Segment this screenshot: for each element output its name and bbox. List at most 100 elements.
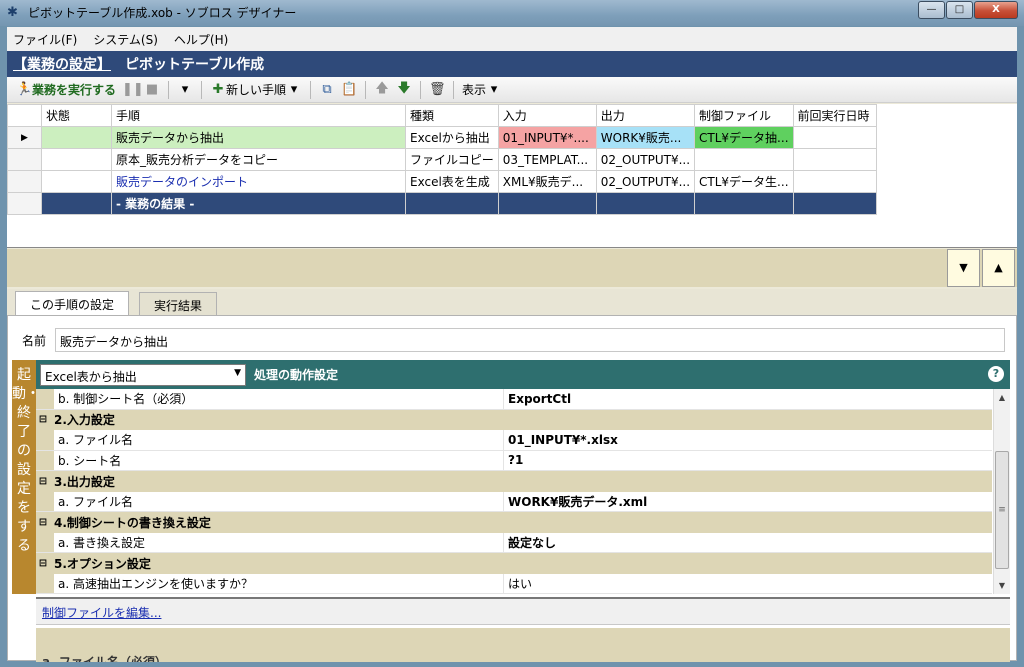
menu-help[interactable]: ヘルプ(H) <box>174 31 228 48</box>
collapse-up-button[interactable]: ▲ <box>982 249 1015 287</box>
col-header-last-run[interactable]: 前回実行日時 <box>792 104 877 127</box>
stop-button[interactable]: ■ <box>141 80 163 100</box>
cell-step[interactable]: 販売データのインポート <box>111 170 406 193</box>
col-header-step[interactable]: 手順 <box>111 104 406 127</box>
new-step-button[interactable]: ✚ 新しい手順 ▾ <box>207 80 305 100</box>
move-up-button[interactable]: 🡅 <box>371 80 393 100</box>
property-value[interactable]: はい <box>504 575 532 592</box>
maximize-button[interactable]: □ <box>946 1 973 19</box>
collapse-down-button[interactable]: ▼ <box>947 249 980 287</box>
pause-button[interactable]: ❚❚ <box>119 80 144 100</box>
mode-label[interactable]: 【業務の設定】 <box>13 54 111 74</box>
scroll-up-icon[interactable]: ▲ <box>994 389 1010 406</box>
row-header[interactable] <box>7 192 42 215</box>
collapse-minus-icon[interactable]: ⊟ <box>36 476 50 487</box>
cell-output[interactable]: 02_OUTPUT¥... <box>595 170 696 193</box>
cell-output[interactable]: 02_OUTPUT¥... <box>595 148 696 171</box>
current-row-marker[interactable]: ▶ <box>7 126 42 149</box>
name-field[interactable]: 販売データから抽出 <box>55 328 1005 352</box>
run-dropdown-button[interactable]: ▾ <box>174 80 196 100</box>
col-header-output[interactable]: 出力 <box>595 104 696 127</box>
menu-system[interactable]: システム(S) <box>93 31 158 48</box>
col-header-state[interactable]: 状態 <box>41 104 112 127</box>
cell-kind[interactable] <box>405 192 499 215</box>
property-row[interactable]: b. シート名 ?1 <box>36 450 992 471</box>
collapse-minus-icon[interactable]: ⊟ <box>36 517 50 528</box>
collapse-minus-icon[interactable]: ⊟ <box>36 414 50 425</box>
name-label: 名前 <box>22 334 47 348</box>
tab-step-settings[interactable]: この手順の設定 <box>15 291 130 315</box>
row-header[interactable] <box>7 170 42 193</box>
cell-state[interactable] <box>41 192 112 215</box>
cell-input[interactable] <box>497 192 597 215</box>
cell-output[interactable]: WORK¥販売... <box>595 126 696 149</box>
move-down-button[interactable]: 🡇 <box>393 80 415 100</box>
edit-control-file-link[interactable]: 制御ファイルを編集... <box>42 606 161 620</box>
property-value[interactable]: ExportCtl <box>504 392 571 406</box>
row-gutter <box>36 573 54 593</box>
paste-button[interactable]: 📋 <box>338 80 360 100</box>
splitter-bar[interactable]: ▼ ▲ <box>7 249 1017 287</box>
cell-last-run[interactable] <box>792 170 877 193</box>
new-step-label: 新しい手順 <box>226 83 287 97</box>
property-group[interactable]: ⊟ 5.オプション設定 <box>36 553 992 574</box>
cell-step[interactable]: 原本_販売分析データをコピー <box>111 148 406 171</box>
cell-kind[interactable]: ファイルコピー <box>405 148 499 171</box>
start-end-settings-tab[interactable]: 起動・終了の設定をする <box>12 360 40 594</box>
table-row[interactable]: 販売データのインポート Excel表を生成 XML¥販売デ... 02_OUTP… <box>7 170 877 193</box>
property-row[interactable]: a. ファイル名 WORK¥販売データ.xml <box>36 491 992 512</box>
cell-input[interactable]: XML¥販売デ... <box>497 170 597 193</box>
cell-last-run[interactable] <box>792 148 877 171</box>
process-type-select[interactable]: Excel表から抽出 ▼ <box>40 363 246 386</box>
property-value[interactable]: WORK¥販売データ.xml <box>504 493 647 510</box>
property-value[interactable]: 01_INPUT¥*.xlsx <box>504 433 618 447</box>
property-value[interactable]: 設定なし <box>504 534 556 551</box>
scrollbar-thumb[interactable]: ≡ <box>995 451 1009 569</box>
help-icon[interactable]: ? <box>988 366 1004 382</box>
result-row-label[interactable]: - 業務の結果 - <box>111 192 406 215</box>
property-row[interactable]: a. 書き換え設定 設定なし <box>36 532 992 553</box>
property-row[interactable]: a. 高速抽出エンジンを使いますか？ はい <box>36 573 992 594</box>
property-group[interactable]: ⊟ 2.入力設定 <box>36 409 992 430</box>
cell-state[interactable] <box>41 126 112 149</box>
cell-kind[interactable]: Excel表を生成 <box>405 170 499 193</box>
cell-input[interactable]: 03_TEMPLAT... <box>497 148 597 171</box>
cell-step[interactable]: 販売データから抽出 <box>111 126 406 149</box>
delete-button[interactable]: 🗑 <box>426 80 448 100</box>
tab-run-results[interactable]: 実行結果 <box>139 292 218 315</box>
vertical-scrollbar[interactable]: ▲ ≡ ▼ <box>993 389 1010 594</box>
result-row[interactable]: - 業務の結果 - <box>7 192 877 215</box>
property-row[interactable]: b. 制御シート名（必須） ExportCtl <box>36 389 992 410</box>
run-button[interactable]: 🏃 業務を実行する <box>13 80 119 100</box>
cell-control[interactable]: CTL¥データ抽... <box>694 126 794 149</box>
cell-control[interactable] <box>694 148 794 171</box>
row-header[interactable] <box>7 148 42 171</box>
cell-state[interactable] <box>41 170 112 193</box>
cell-state[interactable] <box>41 148 112 171</box>
property-row[interactable]: a. ファイル名 01_INPUT¥*.xlsx <box>36 430 992 451</box>
copy-button[interactable]: ⧉ <box>316 80 338 100</box>
property-grid: b. 制御シート名（必須） ExportCtl ⊟ 2.入力設定 a. ファイル… <box>36 389 1010 594</box>
cell-output[interactable] <box>595 192 696 215</box>
cell-last-run[interactable] <box>792 192 877 215</box>
scroll-down-icon[interactable]: ▼ <box>994 577 1010 594</box>
cell-input[interactable]: 01_INPUT¥*.... <box>497 126 597 149</box>
cell-control[interactable]: CTL¥データ生... <box>694 170 794 193</box>
chevron-down-icon: ▼ <box>234 367 241 378</box>
view-menu-button[interactable]: 表示 ▾ <box>459 80 505 100</box>
minimize-button[interactable]: — <box>918 1 945 19</box>
table-row[interactable]: ▶ 販売データから抽出 Excelから抽出 01_INPUT¥*.... WOR… <box>7 126 877 149</box>
property-group[interactable]: ⊟ 4.制御シートの書き換え設定 <box>36 512 992 533</box>
property-group[interactable]: ⊟ 3.出力設定 <box>36 471 992 492</box>
col-header-control[interactable]: 制御ファイル <box>694 104 794 127</box>
close-button[interactable]: X <box>974 1 1018 19</box>
collapse-minus-icon[interactable]: ⊟ <box>36 558 50 569</box>
cell-last-run[interactable] <box>792 126 877 149</box>
cell-control[interactable] <box>694 192 794 215</box>
property-value[interactable]: ?1 <box>504 453 523 467</box>
cell-kind[interactable]: Excelから抽出 <box>405 126 499 149</box>
menu-file[interactable]: ファイル(F) <box>13 31 77 48</box>
col-header-kind[interactable]: 種類 <box>405 104 499 127</box>
col-header-input[interactable]: 入力 <box>497 104 597 127</box>
table-row[interactable]: 原本_販売分析データをコピー ファイルコピー 03_TEMPLAT... 02_… <box>7 148 877 171</box>
